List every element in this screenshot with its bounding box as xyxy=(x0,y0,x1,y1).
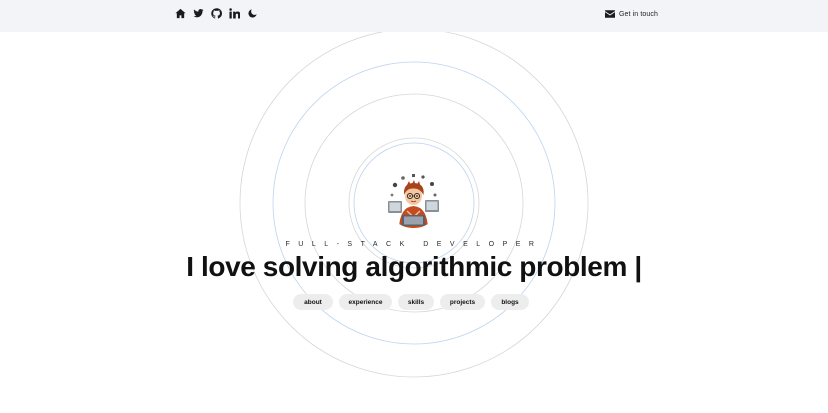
page: Get in touch FULL-STACK DEVELOPER I love… xyxy=(0,0,828,413)
github-icon[interactable] xyxy=(211,8,222,19)
avatar xyxy=(385,171,442,228)
mail-icon xyxy=(605,10,615,18)
twitter-icon[interactable] xyxy=(193,8,204,19)
linkedin-icon[interactable] xyxy=(229,8,240,19)
section-nav: about experience skills projects blogs xyxy=(293,294,529,310)
top-navbar: Get in touch xyxy=(0,0,828,32)
nav-pill-experience[interactable]: experience xyxy=(339,294,392,310)
hero-headline: I love solving algorithmic problem | xyxy=(186,251,642,282)
get-in-touch-label: Get in touch xyxy=(619,10,658,18)
nav-pill-blogs[interactable]: blogs xyxy=(491,294,529,310)
get-in-touch-link[interactable]: Get in touch xyxy=(605,10,658,18)
home-icon[interactable] xyxy=(175,8,186,19)
moon-icon[interactable] xyxy=(247,8,258,19)
role-subtitle: FULL-STACK DEVELOPER xyxy=(285,241,543,248)
social-links xyxy=(175,8,258,19)
nav-pill-about[interactable]: about xyxy=(293,294,333,310)
nav-pill-skills[interactable]: skills xyxy=(398,294,434,310)
developer-avatar-illustration xyxy=(385,171,442,228)
nav-pill-projects[interactable]: projects xyxy=(440,294,485,310)
